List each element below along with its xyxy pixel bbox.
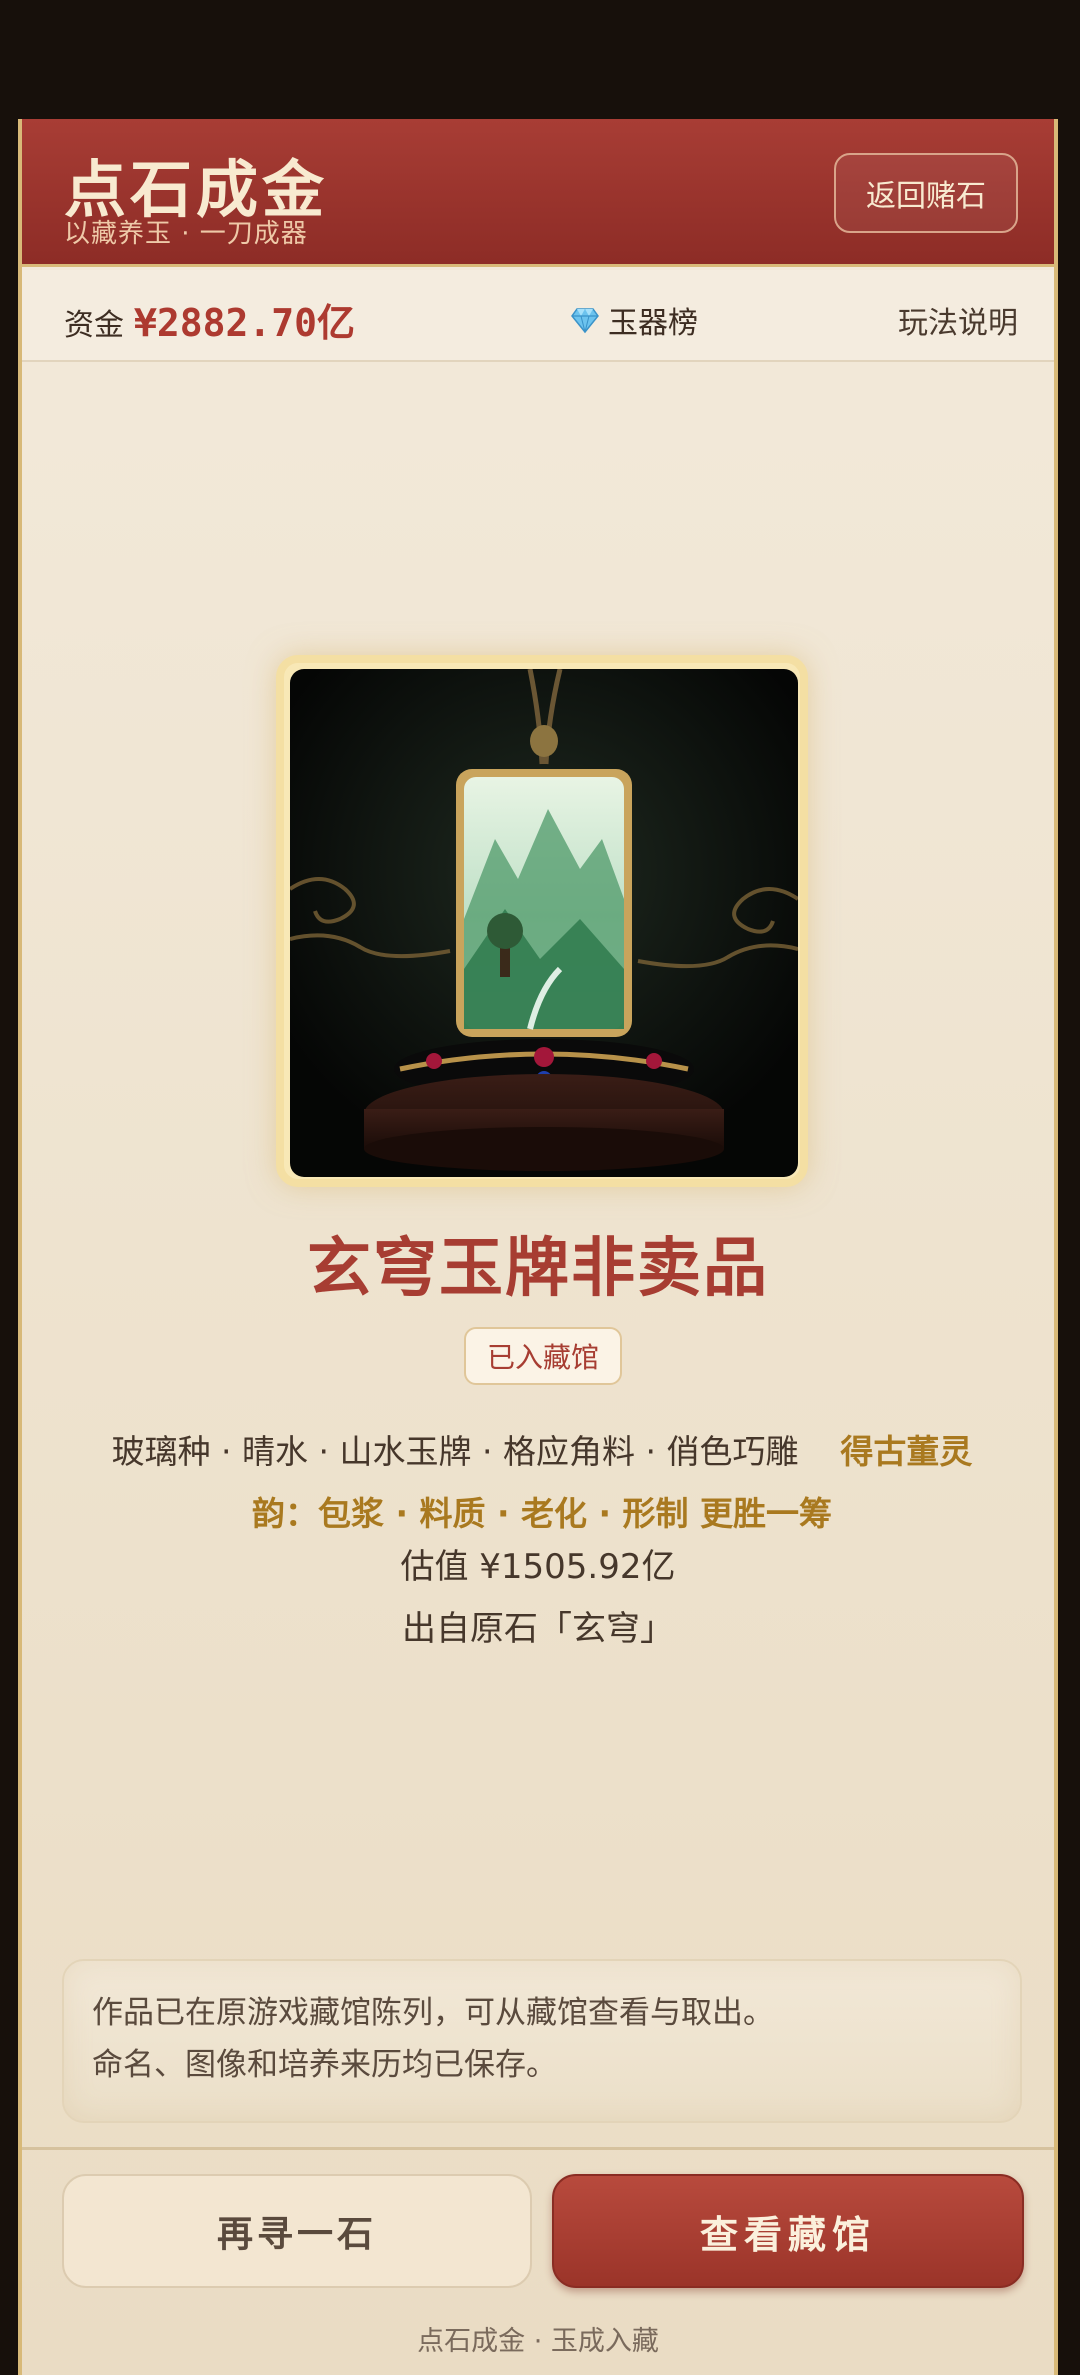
rank-label: 玉器榜 <box>608 306 698 341</box>
notice-box: 作品已在原游戏藏馆陈列，可从藏馆查看与取出。 命名、图像和培养来历均已保存。 <box>62 1959 1022 2123</box>
notice-line-2: 命名、图像和培养来历均已保存。 <box>92 2047 557 2083</box>
jade-ranking-link[interactable]: 玉器榜 <box>570 298 698 342</box>
notice-line-1: 作品已在原游戏藏馆陈列，可从藏馆查看与取出。 <box>92 1995 774 2031</box>
traits-text: 玻璃种 · 晴水 · 山水玉牌 · 格应角料 · 俏色巧雕 <box>111 1432 799 1471</box>
app-subtitle: 以藏养玉 · 一刀成器 <box>64 219 308 249</box>
funds-label: 资金 <box>64 308 124 343</box>
view-collection-button[interactable]: 查看藏馆 <box>552 2174 1024 2288</box>
valuation: 估值 ¥1505.92亿 <box>400 1547 676 1587</box>
rules-link[interactable]: 玩法说明 <box>898 298 1018 342</box>
collected-badge: 已入藏馆 <box>464 1327 622 1385</box>
find-another-stone-button[interactable]: 再寻一石 <box>62 2174 532 2288</box>
footer-text: 点石成金 · 玉成入藏 <box>417 2326 659 2357</box>
jade-frame <box>276 655 808 1187</box>
funds-value: ¥2882.70亿 <box>134 301 356 345</box>
divider <box>22 2147 1054 2150</box>
jade-pendant-image <box>290 669 798 1177</box>
back-to-gamble-button[interactable]: 返回赌石 <box>834 153 1018 233</box>
origin-stone: 出自原石「玄穹」 <box>402 1609 674 1649</box>
app-header: 点石成金 以藏养玉 · 一刀成器 返回赌石 <box>22 119 1054 267</box>
gem-icon <box>570 305 600 335</box>
item-title: 玄穹玉牌非卖品 <box>307 1232 769 1306</box>
status-bar: 资金 ¥2882.70亿 玉器榜 玩法说明 <box>22 270 1054 362</box>
app-frame: 点石成金 以藏养玉 · 一刀成器 返回赌石 资金 ¥2882.70亿 玉器榜 玩… <box>18 119 1058 2375</box>
item-traits: 玻璃种 · 晴水 · 山水玉牌 · 格应角料 · 俏色巧雕 得古董灵韵：包浆 ·… <box>82 1421 1002 1545</box>
